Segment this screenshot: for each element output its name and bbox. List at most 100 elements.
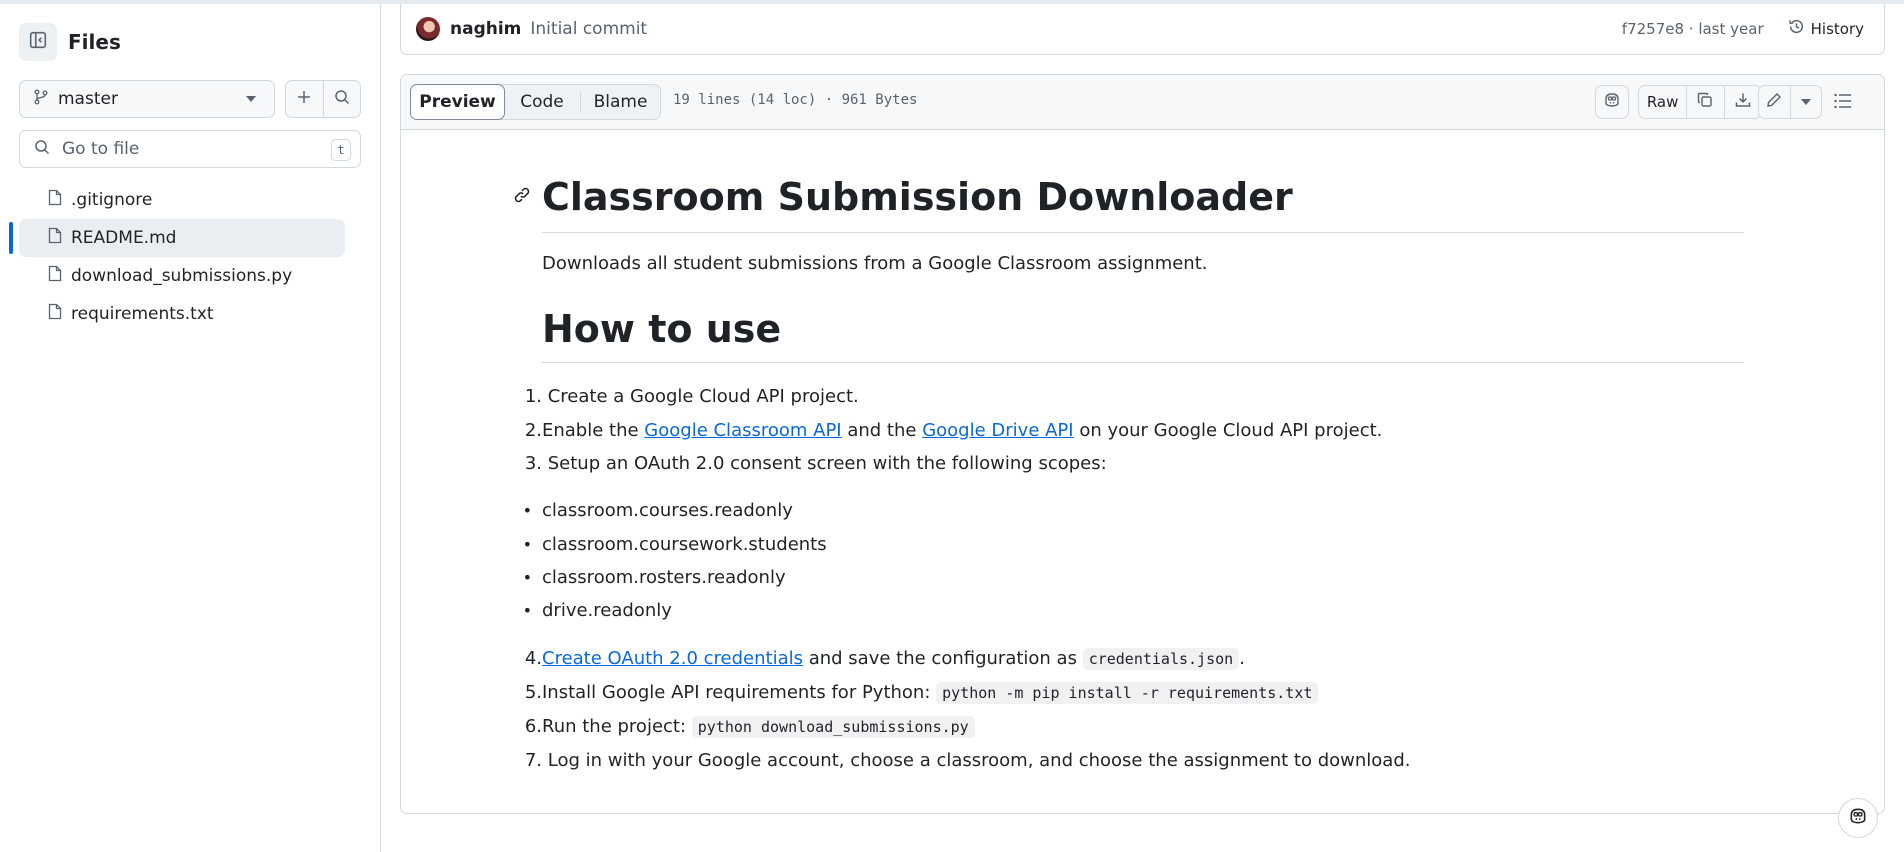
file-icon	[48, 227, 62, 249]
copilot-icon	[1603, 92, 1621, 113]
commit-meta[interactable]: f7257e8 · last year	[1622, 20, 1764, 38]
download-button[interactable]	[1723, 86, 1761, 118]
raw-button[interactable]: Raw	[1639, 86, 1686, 118]
readme-description: Downloads all student submissions from a…	[542, 253, 1208, 274]
step-number: 4.	[524, 648, 542, 669]
file-meta: 19 lines (14 loc) · 961 Bytes	[673, 92, 918, 108]
history-icon	[1788, 18, 1805, 39]
step-3: 3. Setup an OAuth 2.0 consent screen wit…	[504, 451, 1107, 477]
scope-text: classroom.courses.readonly	[542, 500, 793, 521]
history-button[interactable]: History	[1782, 18, 1864, 39]
edit-options-dropdown[interactable]	[1789, 86, 1821, 118]
scope-item: • classroom.coursework.students	[504, 532, 827, 558]
google-classroom-api-link[interactable]: Google Classroom API	[644, 420, 841, 441]
copilot-icon	[1848, 807, 1868, 830]
chevron-down-icon	[1800, 99, 1811, 105]
sidebar-collapse-button[interactable]	[19, 23, 57, 61]
copy-icon	[1697, 92, 1713, 113]
copy-button[interactable]	[1686, 86, 1723, 118]
step-5: 5.Install Google API requirements for Py…	[504, 680, 1319, 706]
commit-author[interactable]: naghim	[450, 19, 521, 39]
step-number: 1.	[524, 386, 542, 407]
scope-item: • classroom.rosters.readonly	[504, 565, 786, 591]
step-6: 6.Run the project: python download_submi…	[504, 714, 975, 740]
step-1: 1. Create a Google Cloud API project.	[504, 384, 859, 410]
search-icon	[334, 89, 350, 110]
edit-button[interactable]	[1759, 86, 1790, 118]
create-oauth-credentials-link[interactable]: Create OAuth 2.0 credentials	[542, 648, 803, 669]
search-button[interactable]	[322, 81, 361, 117]
file-icon	[48, 265, 62, 287]
keyboard-shortcut-hint: t	[331, 139, 351, 161]
divider	[542, 232, 1744, 233]
raw-copy-download-group: Raw	[1638, 85, 1762, 119]
sidebar-actions	[285, 80, 361, 118]
inline-code: credentials.json	[1082, 648, 1240, 670]
step-text: Install Google API requirements for Pyth…	[542, 682, 937, 703]
commit-meta-area: f7257e8 · last year History	[1622, 18, 1864, 39]
tree-item-requirements[interactable]: requirements.txt	[19, 295, 345, 333]
commit-message[interactable]: Initial commit	[530, 19, 647, 39]
bullet: •	[522, 535, 532, 554]
download-icon	[1735, 92, 1751, 113]
readme-title: Classroom Submission Downloader	[542, 175, 1293, 219]
plus-icon	[296, 89, 312, 110]
step-text: and save the configuration as	[803, 648, 1083, 669]
file-tree: .gitignore README.md download_submission…	[19, 181, 345, 333]
bullet: •	[522, 601, 532, 620]
step-text: on your Google Cloud API project.	[1073, 420, 1383, 441]
scope-text: classroom.coursework.students	[542, 534, 827, 555]
tree-item-gitignore[interactable]: .gitignore	[19, 181, 345, 219]
avatar[interactable]	[416, 17, 440, 41]
tree-item-download-submissions[interactable]: download_submissions.py	[19, 257, 345, 295]
step-number: 7.	[524, 750, 542, 771]
search-icon	[34, 139, 50, 160]
step-text: Setup an OAuth 2.0 consent screen with t…	[547, 453, 1107, 474]
tab-blame[interactable]: Blame	[580, 92, 660, 112]
go-to-file-placeholder: Go to file	[62, 139, 140, 159]
active-file-indicator	[9, 222, 13, 254]
inline-code: python download_submissions.py	[691, 716, 975, 738]
divider	[542, 362, 1744, 363]
sidebar-header: Files	[19, 22, 121, 62]
file-icon	[48, 189, 62, 211]
outline-button[interactable]	[1833, 92, 1853, 115]
history-label: History	[1810, 19, 1864, 38]
file-viewer: Preview Code Blame 19 lines (14 loc) · 9…	[400, 74, 1885, 814]
file-name: requirements.txt	[71, 304, 214, 324]
step-text: Run the project:	[542, 716, 692, 737]
branch-select-button[interactable]: master	[19, 80, 275, 118]
latest-commit-bar: naghim Initial commit f7257e8 · last yea…	[400, 4, 1885, 55]
scope-text: drive.readonly	[542, 600, 672, 621]
tab-preview[interactable]: Preview	[410, 84, 505, 120]
git-branch-icon	[34, 89, 48, 110]
file-name: download_submissions.py	[71, 266, 293, 286]
step-number: 3.	[524, 453, 542, 474]
step-text: Create a Google Cloud API project.	[547, 386, 859, 407]
section-heading: How to use	[542, 307, 782, 351]
step-number: 6.	[524, 716, 542, 737]
step-text: .	[1239, 648, 1245, 669]
tree-item-readme[interactable]: README.md	[19, 219, 345, 257]
step-number: 2.	[524, 420, 542, 441]
file-tree-sidebar: Files master Go to file t .gitignore REA…	[0, 4, 381, 852]
chevron-down-icon	[246, 96, 256, 102]
add-file-button[interactable]	[286, 81, 323, 117]
view-mode-tabs: Preview Code Blame	[410, 84, 661, 120]
google-drive-api-link[interactable]: Google Drive API	[922, 420, 1073, 441]
file-icon	[48, 303, 62, 325]
step-4: 4.Create OAuth 2.0 credentials and save …	[504, 646, 1245, 672]
scope-text: classroom.rosters.readonly	[542, 567, 786, 588]
bullet: •	[522, 568, 532, 587]
step-text: and the	[841, 420, 923, 441]
tab-code[interactable]: Code	[504, 85, 580, 119]
sidebar-collapse-icon	[29, 31, 47, 54]
bullet: •	[522, 501, 532, 520]
step-7: 7. Log in with your Google account, choo…	[504, 748, 1411, 774]
copilot-chat-button[interactable]	[1838, 798, 1878, 838]
link-icon[interactable]	[513, 186, 531, 209]
step-text: Enable the	[542, 420, 645, 441]
copilot-button[interactable]	[1595, 85, 1629, 119]
step-text: Log in with your Google account, choose …	[547, 750, 1411, 771]
go-to-file-input[interactable]: Go to file t	[19, 130, 361, 168]
